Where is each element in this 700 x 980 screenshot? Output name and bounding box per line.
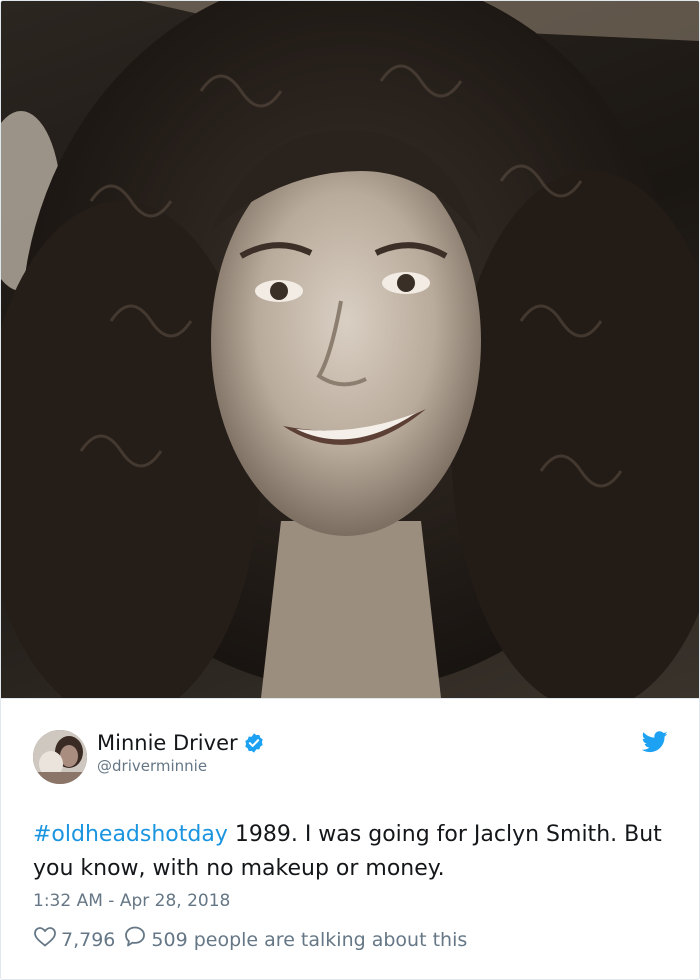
- speech-bubble-icon: [123, 925, 151, 954]
- like-count: 7,796: [61, 928, 116, 951]
- verified-badge-icon: [243, 732, 265, 754]
- tweet-actions: 7,796 509 people are talking about this: [33, 925, 467, 954]
- like-action[interactable]: 7,796: [33, 925, 115, 954]
- conversation-label: 509 people are talking about this: [151, 928, 468, 951]
- heart-icon: [33, 925, 61, 954]
- tweet-card: Minnie Driver @driverminnie #oldheadshot…: [0, 0, 700, 980]
- author-display-name[interactable]: Minnie Driver: [97, 729, 238, 757]
- twitter-bird-icon[interactable]: [641, 731, 668, 753]
- tweet-photo[interactable]: [1, 1, 699, 698]
- tweet-timestamp[interactable]: 1:32 AM - Apr 28, 2018: [33, 889, 230, 913]
- tweet-text: #oldheadshotday 1989. I was going for Ja…: [33, 818, 663, 886]
- avatar[interactable]: [33, 730, 87, 784]
- author-handle[interactable]: @driverminnie: [97, 756, 207, 776]
- author-name-row: Minnie Driver: [97, 729, 265, 757]
- reply-action[interactable]: 509 people are talking about this: [123, 925, 467, 954]
- photo-divider: [1, 698, 699, 699]
- hashtag-link[interactable]: #oldheadshotday: [33, 822, 228, 847]
